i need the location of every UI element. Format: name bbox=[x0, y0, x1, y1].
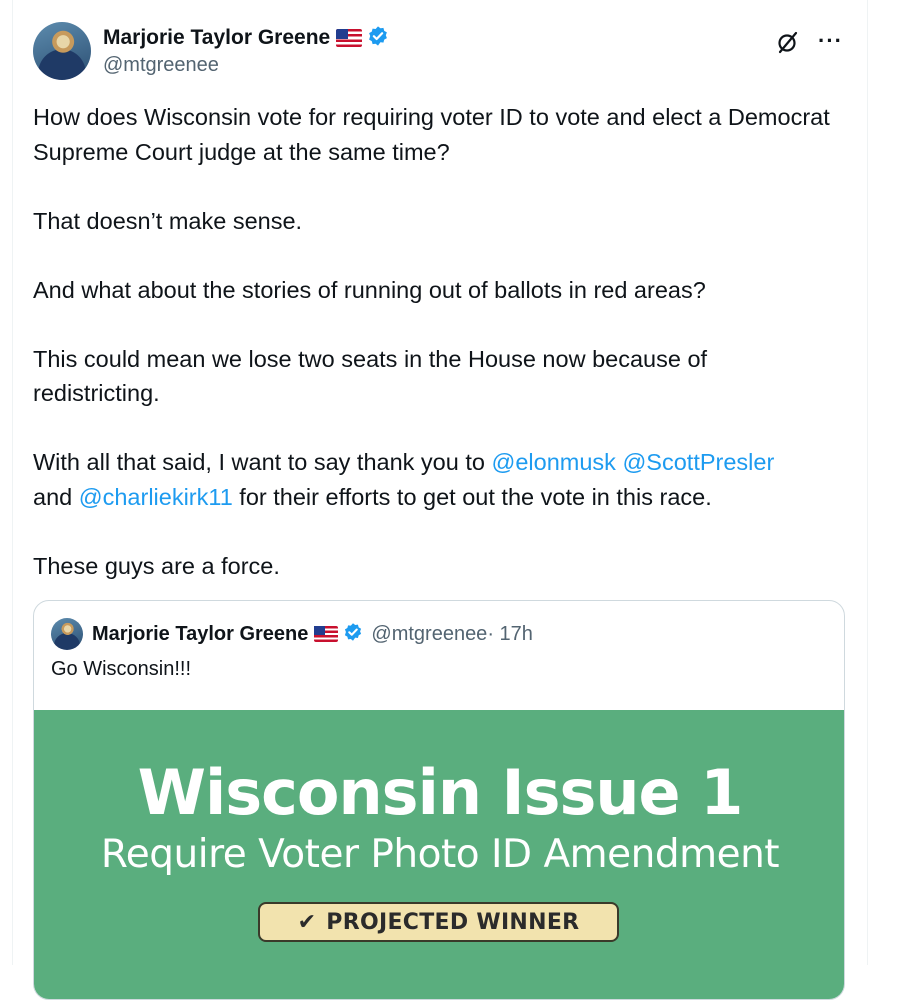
us-flag-icon bbox=[336, 29, 363, 47]
checkmark-icon: ✔ bbox=[297, 909, 317, 935]
mention-link-elonmusk[interactable]: @elonmusk bbox=[491, 449, 615, 475]
author-handle[interactable]: @mtgreenee bbox=[103, 54, 219, 77]
quoted-author-row: Marjorie Taylor Greene @mtgreenee · 17h bbox=[92, 620, 533, 648]
tweet-paragraph: How does Wisconsin vote for requiring vo… bbox=[33, 104, 830, 165]
more-options-icon[interactable]: ··· bbox=[818, 28, 843, 54]
quoted-timestamp[interactable]: · 17h bbox=[487, 623, 533, 646]
mention-link-scottpresler[interactable]: @ScottPresler bbox=[622, 449, 774, 475]
tweet-paragraph: This could mean we lose two seats in the… bbox=[33, 345, 708, 407]
tweet-paragraph: That doesn’t make sense. bbox=[33, 207, 303, 234]
tweet-text-segment: for their efforts to get out the vote in… bbox=[232, 483, 712, 510]
tweet-text: How does Wisconsin vote for requiring vo… bbox=[33, 100, 833, 618]
us-flag-icon bbox=[314, 626, 339, 642]
tweet-text-segment: With all that said, I want to say thank … bbox=[33, 449, 492, 475]
verified-badge-icon bbox=[343, 622, 363, 647]
quoted-author-handle[interactable]: @mtgreenee bbox=[371, 623, 487, 646]
verified-badge-icon[interactable] bbox=[367, 25, 389, 52]
quoted-author-name[interactable]: Marjorie Taylor Greene bbox=[92, 623, 308, 646]
projected-winner-label: PROJECTED WINNER bbox=[326, 909, 580, 935]
quoted-avatar[interactable] bbox=[51, 618, 83, 650]
quoted-tweet-text: Go Wisconsin!!! bbox=[51, 658, 192, 680]
quoted-media-image[interactable]: Wisconsin Issue 1 Require Voter Photo ID… bbox=[34, 710, 844, 999]
mention-link-charliekirk11[interactable]: @charliekirk11 bbox=[79, 484, 233, 510]
media-subtitle: Require Voter Photo ID Amendment bbox=[100, 832, 780, 877]
grok-icon[interactable] bbox=[776, 30, 800, 59]
projected-winner-badge: ✔ PROJECTED WINNER bbox=[258, 902, 619, 942]
quoted-tweet[interactable]: Marjorie Taylor Greene @mtgreenee · 17h … bbox=[33, 600, 845, 1000]
avatar[interactable] bbox=[33, 22, 91, 80]
tweet-paragraph: These guys are a force. bbox=[33, 552, 280, 579]
tweet-text-segment: and bbox=[33, 483, 79, 510]
author-name[interactable]: Marjorie Taylor Greene bbox=[103, 26, 330, 50]
tweet-paragraph: And what about the stories of running ou… bbox=[33, 276, 706, 303]
tweet-paragraph-mentions: With all that said, I want to say thank … bbox=[33, 445, 833, 514]
author-row: Marjorie Taylor Greene bbox=[103, 24, 389, 52]
media-title: Wisconsin Issue 1 bbox=[137, 756, 744, 829]
